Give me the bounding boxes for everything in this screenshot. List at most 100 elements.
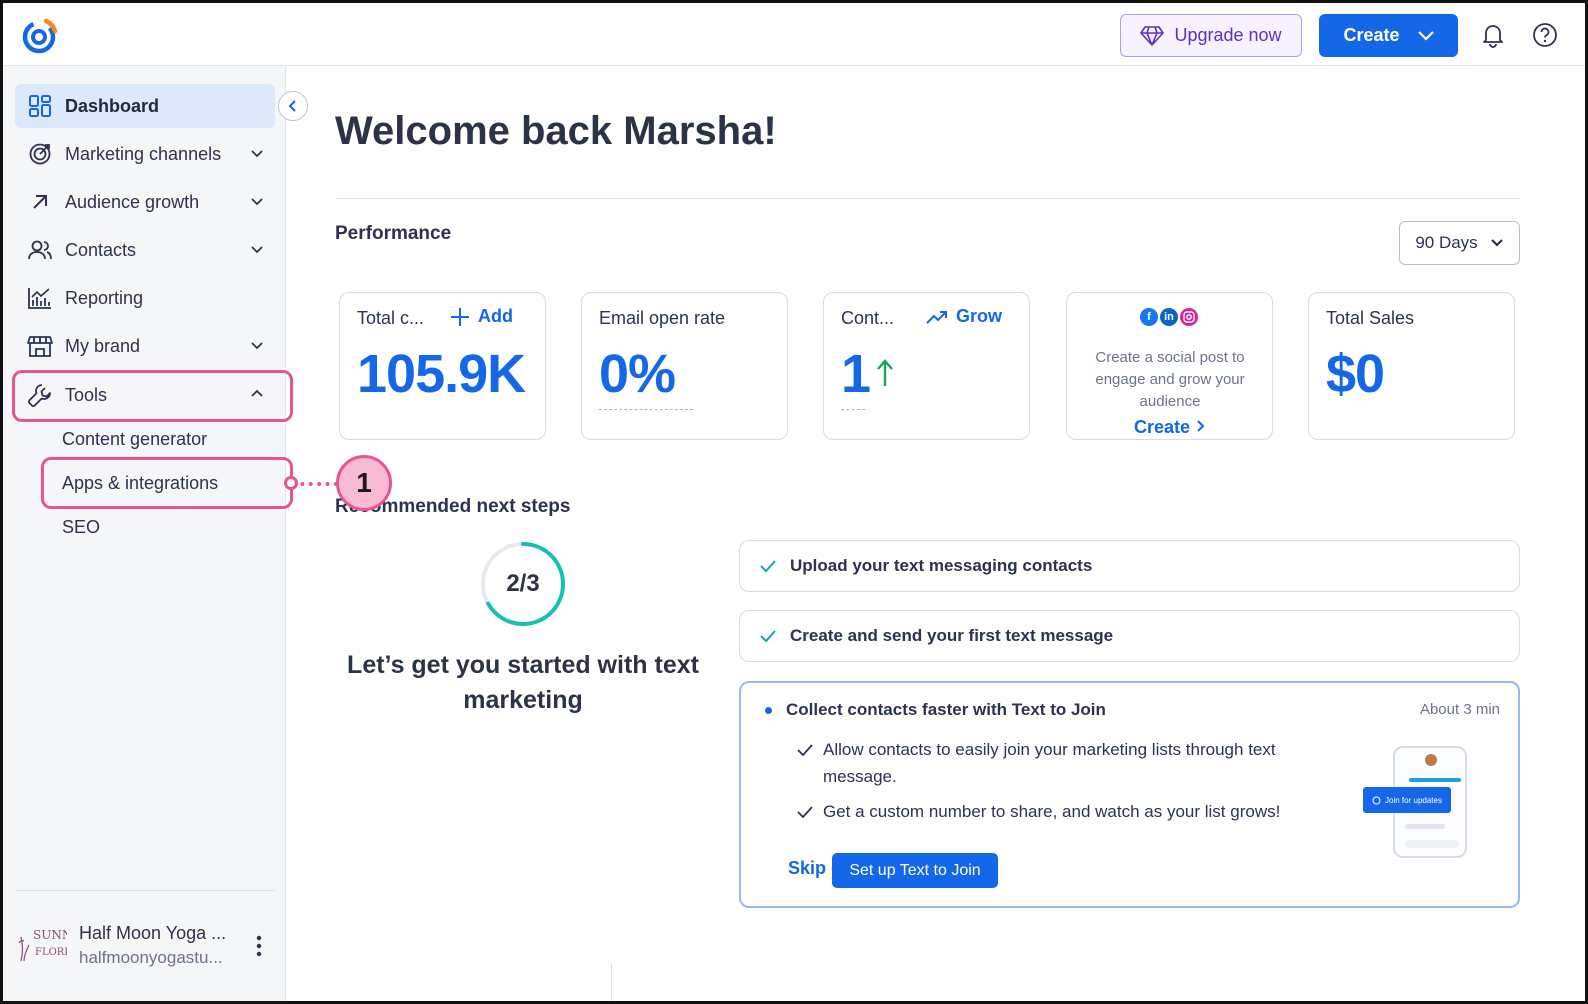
metric-value: $0: [1326, 344, 1385, 404]
constant-contact-logo-icon[interactable]: [19, 15, 59, 55]
sidebar-item-label: My brand: [65, 335, 141, 356]
sidebar-subitem-content-generator[interactable]: Content generator: [62, 429, 207, 450]
metric-value: 105.9K: [357, 344, 526, 404]
metric-value: 0%: [599, 344, 676, 404]
metric-label: Total c...: [357, 308, 425, 328]
sidebar-item-label: Audience growth: [65, 191, 200, 212]
arrow-up-icon: [877, 359, 893, 386]
account-switcher[interactable]: SUNNY'S FLORIST Half Moon Yoga ... halfm…: [15, 890, 275, 990]
social-post-prompt: Create a social post to engage and grow …: [1095, 349, 1245, 410]
checkmark-icon: [797, 744, 813, 757]
linkedin-icon: in: [1160, 308, 1178, 326]
step-header: Collect contacts faster with Text to Joi…: [765, 700, 1106, 720]
sidebar-item-my-brand[interactable]: My brand: [15, 324, 275, 368]
create-social-post-link[interactable]: Create: [1067, 417, 1272, 438]
value-underline: [599, 409, 693, 410]
account-email: halfmoonyogastu...: [79, 948, 223, 967]
storefront-icon: [27, 333, 53, 359]
benefit-text: Allow contacts to easily join your marke…: [823, 740, 1276, 786]
chevron-left-icon: [288, 100, 296, 112]
join-label: Join for updates: [1385, 795, 1442, 805]
create-button[interactable]: Create: [1319, 14, 1458, 57]
instagram-icon: [1180, 308, 1198, 326]
collapse-sidebar-button[interactable]: [278, 91, 308, 121]
callout-connector: [292, 482, 338, 486]
metric-card-total-contacts[interactable]: Total c... Add 105.9K: [339, 292, 546, 440]
step-upload-contacts[interactable]: Upload your text messaging contacts: [739, 540, 1520, 592]
sidebar-subitem-seo[interactable]: SEO: [62, 517, 100, 538]
plus-icon: [451, 307, 469, 326]
step-label: Upload your text messaging contacts: [790, 556, 1093, 575]
page-title: Welcome back Marsha!: [335, 109, 777, 153]
avatar: [1425, 754, 1437, 766]
dashboard-icon: [27, 93, 53, 119]
target-icon: [27, 141, 53, 167]
svg-text:SUNNY'S: SUNNY'S: [33, 928, 67, 942]
metric-card-contact-growth[interactable]: Cont... Grow 1: [823, 292, 1030, 440]
divider: [335, 198, 1520, 199]
skip-link[interactable]: Skip: [788, 858, 826, 879]
arrow-up-right-icon: [27, 189, 53, 215]
message-bar: [1409, 778, 1461, 782]
apps-integrations-highlight: [41, 457, 293, 509]
sidebar-item-dashboard[interactable]: Dashboard: [15, 84, 275, 128]
join-for-updates-pill: Join for updates: [1363, 787, 1451, 813]
sidebar-item-label: Dashboard: [65, 95, 160, 116]
add-label: Add: [478, 306, 513, 326]
step-label: Create and send your first text message: [790, 626, 1114, 645]
sidebar-item-label: Marketing channels: [65, 143, 222, 164]
chevron-down-icon: [1417, 30, 1434, 41]
upgrade-now-button[interactable]: Upgrade now: [1120, 14, 1302, 57]
chevron-down-icon: [251, 342, 263, 350]
date-range-value: 90 Days: [1415, 233, 1478, 252]
progress-count: 2/3: [506, 570, 540, 597]
social-icons: f in: [1140, 308, 1198, 326]
upgrade-now-label: Upgrade now: [1174, 25, 1282, 45]
metric-card-email-open-rate[interactable]: Email open rate 0%: [581, 292, 788, 440]
create-link-label: Create: [1133, 417, 1190, 437]
callout-anchor: [284, 476, 298, 490]
sidebar-item-label: Reporting: [65, 287, 144, 308]
chart-icon: [27, 285, 53, 311]
step-text-to-join: Collect contacts faster with Text to Joi…: [739, 681, 1520, 908]
social-post-card[interactable]: f in Create a social post to engage and …: [1066, 292, 1273, 440]
sidebar-item-marketing-channels[interactable]: Marketing channels: [15, 132, 275, 176]
date-range-select[interactable]: 90 Days: [1399, 221, 1520, 265]
grow-link[interactable]: Grow: [926, 306, 1002, 327]
sidebar-item-audience-growth[interactable]: Audience growth: [15, 180, 275, 224]
recommendation-heading: Let’s get you started with text marketin…: [347, 651, 699, 714]
trending-up-icon: [926, 310, 947, 324]
message-bar: [1405, 824, 1445, 829]
checkmark-icon: [760, 630, 776, 643]
performance-heading: Performance: [335, 223, 452, 244]
sidebar-item-reporting[interactable]: Reporting: [15, 276, 275, 320]
bell-icon[interactable]: [1480, 22, 1506, 48]
divider: [611, 963, 612, 1001]
value-underline: [841, 409, 865, 410]
sidebar-item-contacts[interactable]: Contacts: [15, 228, 275, 272]
step-send-first-message[interactable]: Create and send your first text message: [739, 610, 1520, 662]
callout-number-badge: 1: [336, 455, 392, 511]
chevron-right-icon: [1197, 420, 1205, 432]
more-vertical-icon[interactable]: [255, 935, 263, 957]
set-up-text-to-join-button[interactable]: Set up Text to Join: [832, 853, 998, 888]
metric-label: Cont...: [841, 308, 895, 328]
add-contacts-link[interactable]: Add: [450, 306, 513, 327]
chat-icon: [1372, 796, 1381, 804]
chevron-down-icon: [251, 198, 263, 206]
top-bar: Upgrade now Create: [3, 3, 1585, 66]
bullet-icon: [765, 706, 772, 714]
input-bar: [1405, 840, 1459, 848]
metric-card-total-sales[interactable]: Total Sales $0: [1308, 292, 1515, 440]
app-window: Upgrade now Create Dashboard Marketing c…: [0, 0, 1588, 1004]
metric-label: Email open rate: [599, 308, 726, 328]
florist-logo-icon: SUNNY'S FLORIST: [18, 928, 92, 962]
account-name: Half Moon Yoga ...: [79, 923, 227, 943]
help-icon[interactable]: [1532, 22, 1558, 48]
checkmark-icon: [760, 560, 776, 573]
chevron-down-icon: [251, 246, 263, 254]
chevron-down-icon: [251, 150, 263, 158]
sidebar-item-label: Contacts: [65, 239, 137, 260]
checkmark-icon: [797, 806, 813, 819]
create-label: Create: [1343, 25, 1400, 45]
